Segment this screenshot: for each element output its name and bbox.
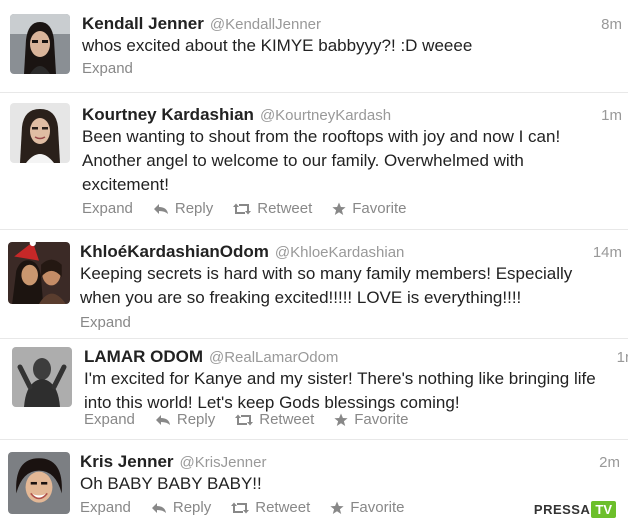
tweet-time[interactable]: 2m <box>599 454 620 471</box>
retweet-button[interactable]: Retweet <box>231 499 310 516</box>
author-handle[interactable]: @KhloeKardashian <box>275 244 404 261</box>
reply-label: Reply <box>174 200 214 217</box>
retweet-icon <box>235 414 254 426</box>
expand-link[interactable]: Expand <box>80 314 131 331</box>
avatar-lamar-image <box>12 347 72 407</box>
tweet-text: Keeping secrets is hard with so many fam… <box>80 264 573 307</box>
reply-button[interactable]: Reply <box>151 499 211 516</box>
reply-icon <box>153 203 169 215</box>
author-name[interactable]: Kendall Jenner <box>82 14 204 33</box>
tweet-kendall[interactable]: Kendall Jenner @KendallJenner 8m whos exc… <box>0 0 628 92</box>
reply-label: Reply <box>172 499 212 516</box>
tweet-time[interactable]: 1m <box>601 107 622 124</box>
avatar-lamar[interactable] <box>12 347 72 407</box>
avatar-kendall[interactable] <box>10 14 70 74</box>
tweet-kourtney[interactable]: Kourtney Kardashian @KourtneyKardash 1m B… <box>0 93 628 229</box>
favorite-button[interactable]: Favorite <box>330 499 404 516</box>
favorite-label: Favorite <box>354 411 409 428</box>
reply-icon <box>155 414 171 426</box>
tweet-khloe[interactable]: KhloéKardashianOdom @KhloeKardashian 14m … <box>0 230 628 338</box>
author-handle[interactable]: @KrisJenner <box>180 454 267 471</box>
expand-link[interactable]: Expand <box>80 499 131 516</box>
author-handle[interactable]: @RealLamarOdom <box>209 349 338 366</box>
author-name[interactable]: KhloéKardashianOdom <box>80 242 269 261</box>
tweet-text: whos excited about the KIMYE babbyyy?! :… <box>82 36 473 55</box>
reply-label: Reply <box>176 411 216 428</box>
expand-link[interactable]: Expand <box>82 200 133 217</box>
expand-link[interactable]: Expand <box>82 60 133 77</box>
favorite-label: Favorite <box>352 200 407 217</box>
reply-icon <box>151 502 167 514</box>
avatar-kris-image <box>8 452 70 514</box>
watermark-text: PRESSA <box>533 502 591 517</box>
reply-button[interactable]: Reply <box>155 411 215 428</box>
tweet-time[interactable]: 8m <box>601 16 622 33</box>
avatar-khloe-image <box>8 242 70 304</box>
favorite-label: Favorite <box>350 499 405 516</box>
author-handle[interactable]: @KendallJenner <box>210 16 321 33</box>
watermark-logo: PRESSA TV <box>534 501 616 518</box>
avatar-kourtney[interactable] <box>10 103 70 163</box>
retweet-label: Retweet <box>259 411 315 428</box>
expand-link[interactable]: Expand <box>84 411 135 428</box>
watermark-badge: TV <box>591 501 616 518</box>
avatar-kris[interactable] <box>8 452 70 514</box>
reply-button[interactable]: Reply <box>153 200 213 217</box>
tweet-lamar[interactable]: LAMAR ODOM @RealLamarOdom 1r I'm excited … <box>0 339 628 439</box>
retweet-icon <box>231 502 250 514</box>
tweet-text: Oh BABY BABY BABY!! <box>80 474 262 493</box>
author-name[interactable]: Kourtney Kardashian <box>82 105 254 124</box>
author-name[interactable]: LAMAR ODOM <box>84 347 203 366</box>
star-icon <box>330 501 344 515</box>
avatar-kourtney-image <box>10 103 70 163</box>
favorite-button[interactable]: Favorite <box>334 411 408 428</box>
avatar-kendall-image <box>10 14 70 74</box>
author-name[interactable]: Kris Jenner <box>80 452 174 471</box>
favorite-button[interactable]: Favorite <box>332 200 406 217</box>
retweet-button[interactable]: Retweet <box>233 200 312 217</box>
tweet-text: Been wanting to shout from the rooftops … <box>82 127 561 194</box>
star-icon <box>332 202 346 216</box>
tweet-time[interactable]: 1r <box>617 349 628 366</box>
author-handle[interactable]: @KourtneyKardash <box>260 107 391 124</box>
retweet-icon <box>233 203 252 215</box>
retweet-label: Retweet <box>255 499 311 516</box>
retweet-label: Retweet <box>257 200 313 217</box>
tweet-text: I'm excited for Kanye and my sister! The… <box>84 369 596 412</box>
tweet-time[interactable]: 14m <box>593 244 622 261</box>
avatar-khloe[interactable] <box>8 242 70 304</box>
star-icon <box>334 413 348 427</box>
retweet-button[interactable]: Retweet <box>235 411 314 428</box>
